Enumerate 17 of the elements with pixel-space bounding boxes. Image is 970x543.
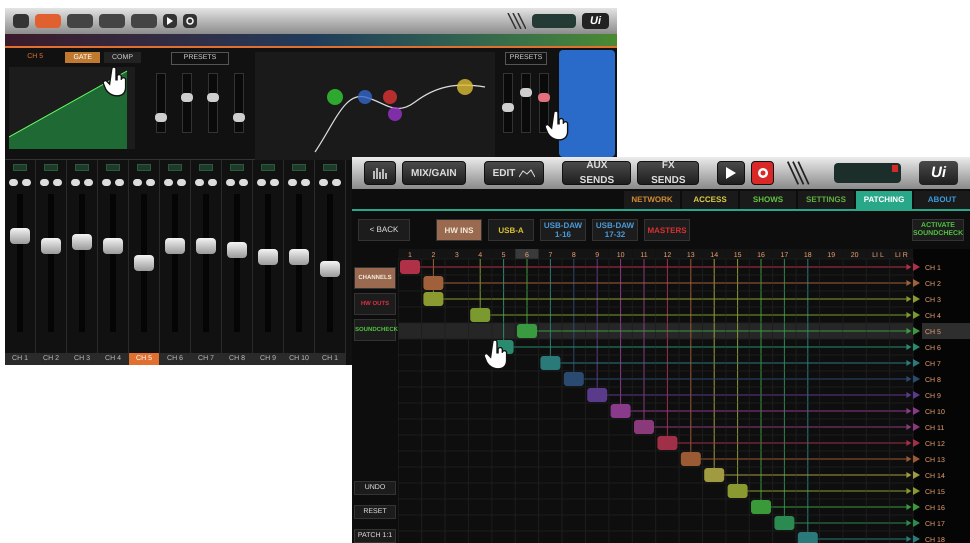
source-tab[interactable]: USB-DAW 17-32 xyxy=(592,219,638,241)
toolbar-button[interactable]: AUX SENDS xyxy=(562,161,632,185)
source-tab[interactable]: USB-DAW 1-16 xyxy=(540,219,586,241)
source-tab[interactable]: USB-A xyxy=(488,219,534,241)
settings-tab[interactable]: ACCESS xyxy=(682,191,738,209)
edit-button[interactable]: EDIT xyxy=(484,161,544,185)
settings-tab[interactable]: SETTINGS xyxy=(798,191,854,209)
settings-tab[interactable]: SHOWS xyxy=(740,191,796,209)
toolbar-button[interactable]: FX SENDS xyxy=(637,161,700,185)
back-button[interactable]: < BACK xyxy=(358,219,410,241)
source-tab[interactable]: HW INS xyxy=(436,219,482,241)
logo: Ui xyxy=(919,161,958,185)
toolbar-button[interactable]: MIX/GAIN xyxy=(402,161,466,185)
logo: Ui xyxy=(582,13,609,29)
settings-tab[interactable]: NETWORK xyxy=(624,191,680,209)
source-tab[interactable]: MASTERS xyxy=(644,219,690,241)
settings-tab[interactable]: ABOUT xyxy=(914,191,970,209)
